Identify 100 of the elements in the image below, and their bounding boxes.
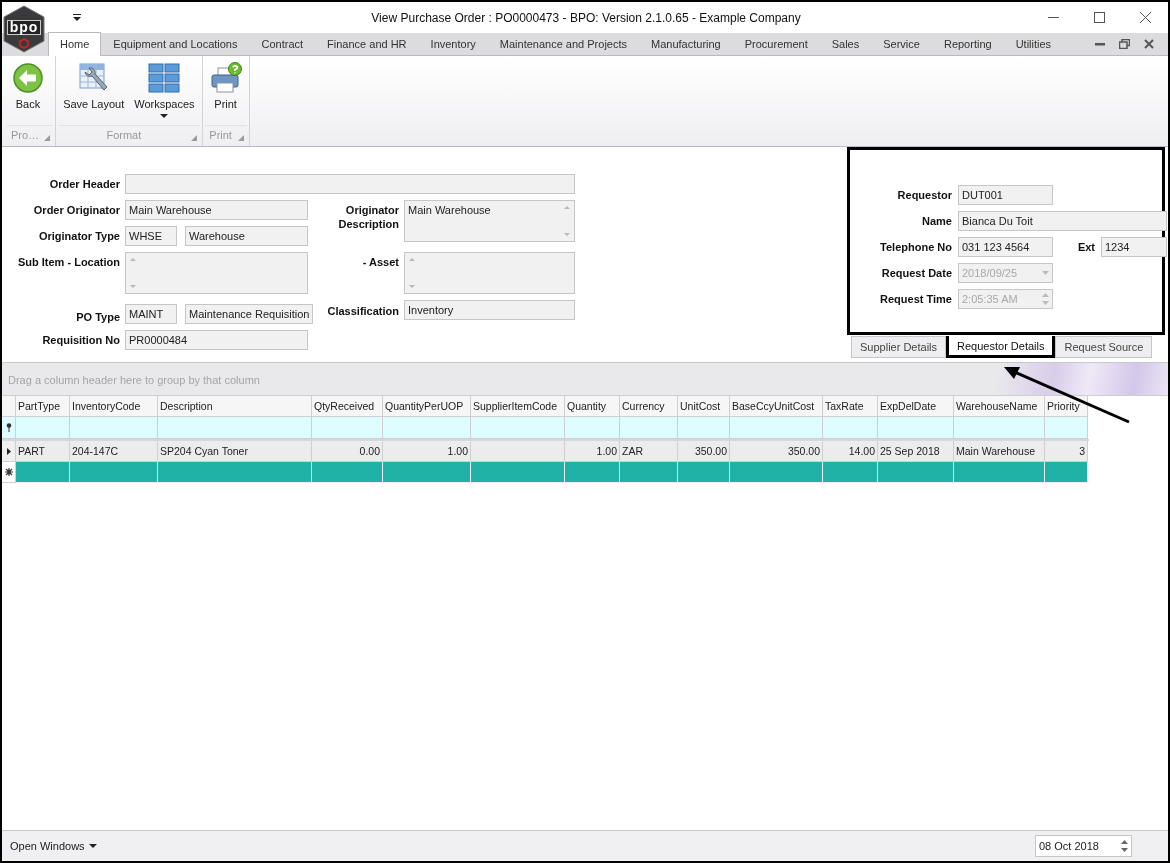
ribbon-tab[interactable]: Maintenance and Projects xyxy=(487,32,639,55)
filter-cell[interactable] xyxy=(1045,417,1088,439)
column-header[interactable]: QuantityPerUOP xyxy=(383,396,471,417)
detail-tab[interactable]: Requestor Details xyxy=(946,336,1056,358)
ribbon-button[interactable]: Back xyxy=(9,62,47,122)
new-row-cell[interactable] xyxy=(383,462,471,483)
new-row-cell[interactable] xyxy=(878,462,954,483)
new-row-cell[interactable] xyxy=(158,462,312,483)
ribbon-tab[interactable]: Service xyxy=(871,32,932,55)
new-row-cell[interactable] xyxy=(620,462,678,483)
text-field[interactable]: Warehouse xyxy=(185,226,308,246)
filter-cell[interactable] xyxy=(70,417,158,439)
field-label: Originator Description xyxy=(337,203,399,232)
new-row-cell[interactable] xyxy=(471,462,565,483)
filter-cell[interactable] xyxy=(383,417,471,439)
table-cell: 0.00 xyxy=(312,441,383,462)
memo-field[interactable]: Main Warehouse xyxy=(404,200,575,242)
field-label: Ext xyxy=(1076,240,1095,255)
column-header[interactable]: InventoryCode xyxy=(70,396,158,417)
new-row-cell[interactable] xyxy=(70,462,158,483)
column-header[interactable]: TaxRate xyxy=(823,396,878,417)
text-field[interactable]: WHSE xyxy=(125,226,177,246)
text-field[interactable]: MAINT xyxy=(125,304,177,324)
detail-tab[interactable]: Request Source xyxy=(1055,336,1153,358)
filter-cell[interactable] xyxy=(620,417,678,439)
column-header[interactable]: Description xyxy=(158,396,312,417)
column-header[interactable]: QtyReceived xyxy=(312,396,383,417)
group-caption: Pro… xyxy=(11,129,40,141)
detail-tab[interactable]: Supplier Details xyxy=(851,336,947,358)
ribbon-tab[interactable]: Procurement xyxy=(732,32,820,55)
ribbon-tab[interactable]: Utilities xyxy=(1003,32,1064,55)
filter-cell[interactable] xyxy=(471,417,565,439)
restore-icon[interactable] xyxy=(1119,39,1130,49)
filter-cell[interactable] xyxy=(954,417,1045,439)
column-header[interactable]: Quantity xyxy=(565,396,620,417)
ribbon-tab[interactable]: Sales xyxy=(819,32,872,55)
scroll-arrows-icon[interactable] xyxy=(129,256,137,290)
new-row-cell[interactable] xyxy=(1045,462,1088,483)
new-row-cell[interactable] xyxy=(565,462,620,483)
dialog-launcher-icon[interactable] xyxy=(237,135,244,141)
new-row-cell[interactable] xyxy=(16,462,70,483)
app-logo[interactable]: bpo xyxy=(3,5,45,53)
text-field[interactable]: Bianca Du Toit xyxy=(958,211,1167,231)
group-caption: Format xyxy=(106,129,142,141)
text-field[interactable]: Main Warehouse xyxy=(125,200,308,220)
ribbon-tab[interactable]: Finance and HR xyxy=(315,32,419,55)
filter-cell[interactable] xyxy=(730,417,823,439)
filter-cell[interactable] xyxy=(678,417,730,439)
ribbon-tab[interactable]: Home xyxy=(48,32,102,56)
column-header[interactable]: Priority xyxy=(1045,396,1088,417)
text-field[interactable]: 1234 xyxy=(1101,237,1167,257)
quick-access-dropdown-icon[interactable] xyxy=(73,14,81,21)
minimize-icon[interactable] xyxy=(1047,17,1059,18)
column-header[interactable]: ExpDelDate xyxy=(878,396,954,417)
minimize-icon[interactable] xyxy=(1095,42,1105,46)
new-row-cell[interactable] xyxy=(678,462,730,483)
scroll-arrows-icon[interactable] xyxy=(563,204,571,238)
text-field[interactable]: Maintenance Requisition xyxy=(185,304,314,324)
ribbon-tab[interactable]: Inventory xyxy=(418,32,488,55)
memo-field[interactable] xyxy=(404,252,575,294)
new-row-cell[interactable] xyxy=(954,462,1045,483)
new-row-cell[interactable] xyxy=(730,462,823,483)
text-field[interactable] xyxy=(125,174,575,194)
column-header[interactable]: PartType xyxy=(16,396,70,417)
ribbon-tab[interactable]: Equipment and Locations xyxy=(101,32,250,55)
filter-cell[interactable] xyxy=(878,417,954,439)
close-icon[interactable] xyxy=(1139,12,1151,23)
open-windows-button[interactable]: Open Windows xyxy=(10,840,97,852)
new-row-icon xyxy=(4,468,13,476)
date-field[interactable]: 08 Oct 2018 xyxy=(1035,835,1132,857)
text-field[interactable]: Inventory xyxy=(404,300,575,320)
column-header[interactable]: BaseCcyUnitCost xyxy=(730,396,823,417)
filter-cell[interactable] xyxy=(158,417,312,439)
text-field[interactable]: 031 123 4564 xyxy=(958,237,1053,257)
ribbon-tab[interactable]: Manufacturing xyxy=(639,32,733,55)
new-row-cell[interactable] xyxy=(312,462,383,483)
ribbon-button[interactable]: Workspaces xyxy=(131,62,198,122)
ribbon-tab[interactable]: Contract xyxy=(249,32,316,55)
new-row-cell[interactable] xyxy=(823,462,878,483)
maximize-icon[interactable] xyxy=(1093,12,1105,23)
ribbon-button[interactable]: Print xyxy=(206,62,245,122)
close-icon[interactable] xyxy=(1144,39,1154,49)
text-field[interactable]: DUT001 xyxy=(958,185,1053,205)
memo-field[interactable] xyxy=(125,252,308,294)
dialog-launcher-icon[interactable] xyxy=(190,135,197,141)
scroll-arrows-icon[interactable] xyxy=(408,256,416,290)
filter-cell[interactable] xyxy=(312,417,383,439)
field-label: Request Date xyxy=(880,266,952,281)
column-header[interactable]: Currency xyxy=(620,396,678,417)
spin-arrows-icon[interactable] xyxy=(1121,840,1128,852)
column-header[interactable]: SupplierItemCode xyxy=(471,396,565,417)
filter-cell[interactable] xyxy=(565,417,620,439)
filter-cell[interactable] xyxy=(16,417,70,439)
dialog-launcher-icon[interactable] xyxy=(44,135,51,141)
text-field[interactable]: PR0000484 xyxy=(125,330,308,350)
column-header[interactable]: WarehouseName xyxy=(954,396,1045,417)
column-header[interactable]: UnitCost xyxy=(678,396,730,417)
filter-cell[interactable] xyxy=(823,417,878,439)
ribbon-tab[interactable]: Reporting xyxy=(931,32,1004,55)
ribbon-button[interactable]: Save Layout xyxy=(60,62,128,122)
